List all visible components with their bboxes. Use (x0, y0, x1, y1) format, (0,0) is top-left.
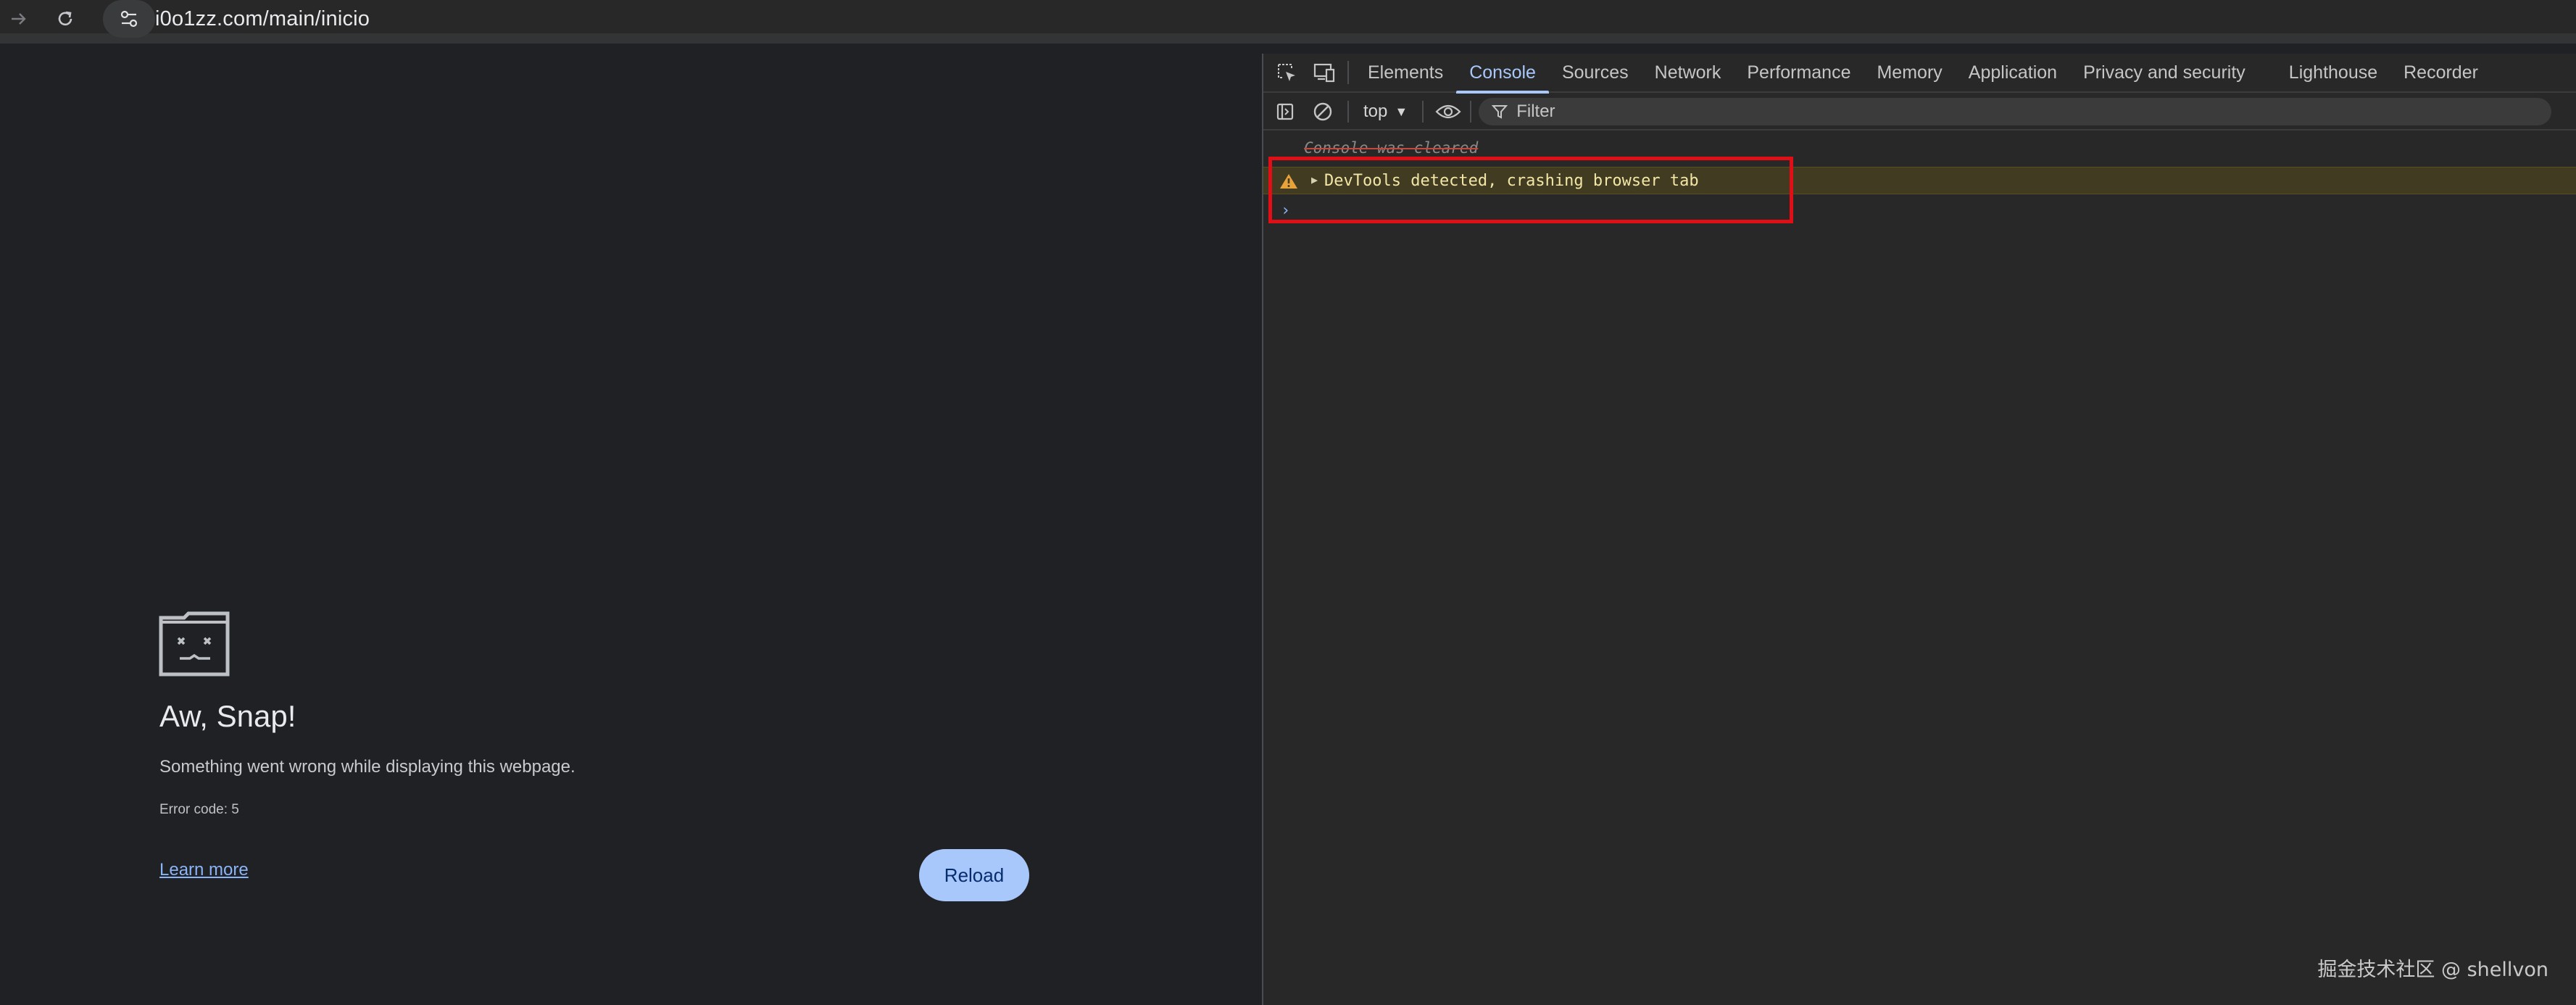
select-element-icon (1278, 64, 1295, 81)
tab-memory[interactable]: Memory (1864, 53, 1955, 92)
console-output: Console was cleared ▶ DevTools detected,… (1263, 132, 2576, 1005)
console-prompt[interactable]: › (1281, 202, 1290, 220)
site-info-button[interactable] (103, 0, 155, 38)
crash-message: Something went wrong while displaying th… (159, 757, 576, 777)
filter-input[interactable]: Filter (1479, 98, 2552, 125)
forward-button[interactable] (0, 0, 38, 38)
tab-elements[interactable]: Elements (1355, 53, 1456, 92)
filter-placeholder: Filter (1516, 102, 1555, 121)
watermark: 掘金技术社区 @ shellvon (2317, 959, 2548, 981)
arrow-right-icon (12, 13, 26, 25)
device-icon (1313, 63, 1335, 83)
context-selector[interactable]: top ▼ (1355, 102, 1416, 122)
live-expression-button[interactable] (1429, 93, 1467, 131)
divider (1347, 101, 1349, 123)
browser-toolbar: i0o1zz.com/main/inicio (0, 0, 2576, 44)
crash-page: Aw, Snap! Something went wrong while dis… (0, 54, 1261, 1005)
inspect-element-button[interactable] (1268, 54, 1305, 91)
tune-icon (120, 10, 138, 28)
learn-more-link[interactable]: Learn more (159, 860, 249, 880)
error-code: Error code: 5 (159, 802, 239, 817)
clear-icon (1313, 102, 1332, 121)
filter-icon (1492, 105, 1508, 119)
crash-title: Aw, Snap! (159, 699, 296, 733)
tab-network[interactable]: Network (1642, 53, 1734, 92)
console-warning-row[interactable]: ▶ DevTools detected, crashing browser ta… (1263, 167, 2576, 194)
reload-button[interactable]: Reload (919, 849, 1029, 901)
devtools-panel: Elements Console Sources Network Perform… (1262, 54, 2576, 1005)
divider (1470, 101, 1472, 123)
warning-icon (1280, 174, 1297, 189)
divider (1347, 61, 1349, 84)
eye-icon (1435, 104, 1461, 119)
sad-folder-icon (159, 611, 230, 677)
console-toolbar: top ▼ Filter (1263, 94, 2576, 131)
dropdown-caret-icon: ▼ (1395, 104, 1408, 119)
warning-message: DevTools detected, crashing browser tab (1324, 172, 1699, 190)
tab-performance[interactable]: Performance (1734, 53, 1864, 92)
sidebar-icon (1276, 103, 1294, 120)
device-toolbar-button[interactable] (1305, 54, 1343, 91)
url-text[interactable]: i0o1zz.com/main/inicio (155, 7, 370, 31)
reload-icon (58, 11, 72, 26)
reload-toolbar-button[interactable] (46, 0, 84, 38)
tab-application[interactable]: Application (1956, 53, 2070, 92)
console-cleared-message: Console was cleared (1304, 139, 1479, 157)
tab-console[interactable]: Console (1456, 53, 1549, 94)
sidebar-toggle-button[interactable] (1266, 93, 1304, 131)
tab-recorder[interactable]: Recorder (2390, 53, 2491, 92)
divider (1422, 101, 1424, 123)
tab-privacy-security[interactable]: Privacy and security (2070, 53, 2259, 92)
devtools-tab-bar: Elements Console Sources Network Perform… (1263, 53, 2576, 94)
expand-triangle-icon[interactable]: ▶ (1311, 173, 1318, 186)
tab-lighthouse[interactable]: Lighthouse (2276, 53, 2390, 92)
clear-console-button[interactable] (1304, 93, 1342, 131)
context-value: top (1363, 102, 1388, 121)
address-bar[interactable]: i0o1zz.com/main/inicio (100, 0, 2564, 38)
tab-sources[interactable]: Sources (1549, 53, 1642, 92)
